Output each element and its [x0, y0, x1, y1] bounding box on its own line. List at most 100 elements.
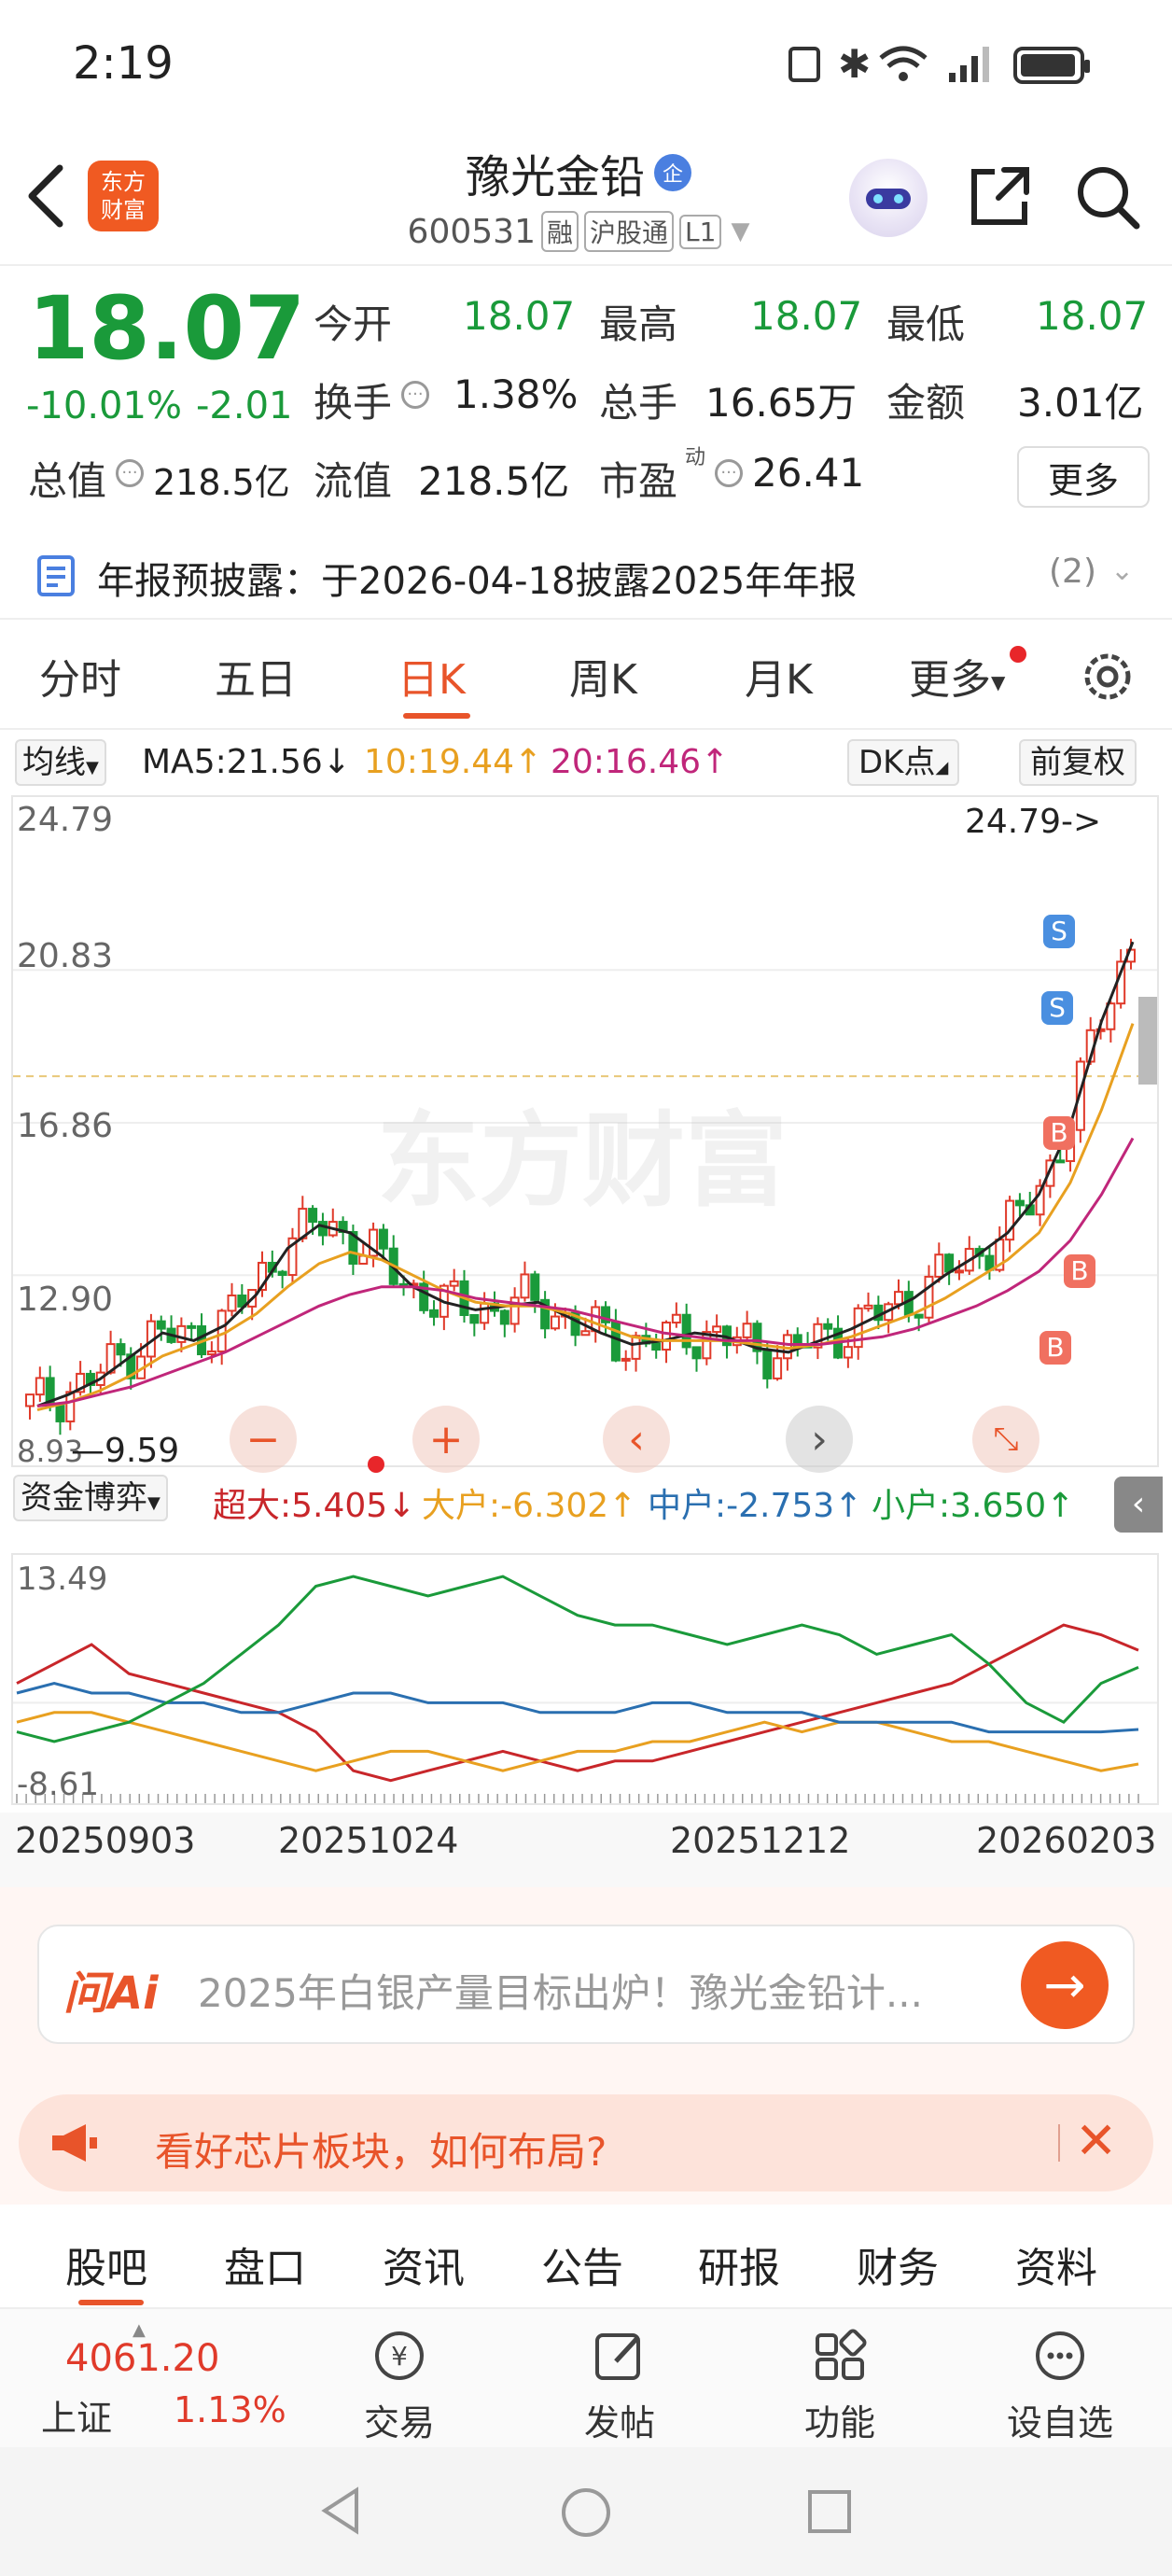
- candle-body: [378, 1228, 388, 1250]
- promo-text: 看好芯片板块，如何布局?: [155, 2129, 607, 2175]
- chevron-down-icon[interactable]: ▼: [731, 217, 749, 245]
- index-name: 上证: [41, 2398, 113, 2439]
- nfc-icon: [788, 47, 820, 82]
- active-tab-underline: [403, 713, 470, 719]
- flow-selector-label: 资金博弈: [21, 1479, 147, 1517]
- nav-add-watchlist-label: 设自选: [1006, 2402, 1113, 2443]
- stock-title-area[interactable]: 豫光金铅 企 600531 融 沪股通 L1 ▼: [355, 140, 802, 261]
- megaphone-icon: [52, 2124, 97, 2162]
- zoom-out-button[interactable]: −: [230, 1406, 297, 1473]
- k-chart[interactable]: 24.79 20.83 16.86 12.90 8.93 24.79-> —9.…: [11, 795, 1159, 1473]
- flow-line-中户: [16, 1682, 1139, 1734]
- ma-selector[interactable]: 均线▼: [15, 739, 106, 786]
- tab-news[interactable]: 资讯: [383, 2234, 465, 2294]
- adjust-price-button[interactable]: 前复权: [1019, 739, 1137, 786]
- nav-add-watchlist[interactable]: 设自选: [1004, 2328, 1116, 2445]
- pe-value: 26.41: [752, 450, 865, 496]
- current-price: 18.07: [28, 278, 306, 380]
- close-icon[interactable]: ✕: [1075, 2111, 1117, 2170]
- signal-b-2[interactable]: B: [1064, 1254, 1095, 1288]
- tab-market[interactable]: 盘口: [224, 2234, 306, 2294]
- ai-prompt-text: 2025年白银产量目标出炉！豫光金铅计...: [198, 1970, 923, 2016]
- back-icon[interactable]: [24, 162, 67, 230]
- signal-b-1[interactable]: B: [1043, 1116, 1075, 1150]
- tab-weekly-k[interactable]: 周K: [569, 646, 637, 706]
- indicator-row: 均线▼ MA5:21.56↓ 10:19.44↑ 20:16.46↑ DK点◢ …: [0, 734, 1172, 790]
- high-label: 最高: [599, 301, 678, 347]
- min-price-value: 9.59: [105, 1432, 180, 1470]
- candle-body: [25, 1393, 35, 1407]
- tab-intraday[interactable]: 分时: [39, 646, 121, 706]
- flow-line-小户: [16, 1575, 1139, 1743]
- tab-research[interactable]: 研报: [698, 2234, 780, 2294]
- flow-y-min: -8.61: [17, 1766, 99, 1803]
- battery-icon: [1013, 47, 1090, 84]
- chevron-down-icon[interactable]: ⌄: [1110, 554, 1134, 587]
- tab-more[interactable]: 更多▼: [909, 646, 1005, 706]
- min-price-label: —9.59: [71, 1432, 180, 1470]
- tab-forum[interactable]: 股吧: [65, 2234, 147, 2294]
- quote-panel: 18.07 -10.01% -2.01 今开 18.07 最高 18.07 最低…: [0, 267, 1172, 519]
- share-icon[interactable]: [967, 162, 1034, 230]
- flow-chart[interactable]: 13.49 -8.61: [11, 1553, 1159, 1805]
- more-button[interactable]: 更多: [1017, 446, 1150, 508]
- candle-body: [934, 1253, 944, 1278]
- tab-announcement[interactable]: 公告: [541, 2234, 623, 2294]
- info-icon[interactable]: ···: [715, 459, 743, 487]
- low-label: 最低: [886, 301, 966, 347]
- promo-banner[interactable]: 看好芯片板块，如何布局? ✕: [19, 2094, 1153, 2191]
- ai-submit-button[interactable]: →: [1021, 1941, 1109, 2029]
- zoom-in-button[interactable]: +: [412, 1406, 480, 1473]
- collapse-panel-button[interactable]: ‹: [1114, 1477, 1163, 1533]
- robot-assistant-icon[interactable]: [849, 159, 928, 237]
- active-subtab-underline: [78, 2300, 144, 2305]
- flow-selector[interactable]: 资金博弈▼: [13, 1475, 168, 1521]
- info-icon[interactable]: ···: [401, 381, 429, 409]
- signal-s-1[interactable]: S: [1041, 991, 1073, 1025]
- volume-label: 总手: [599, 380, 678, 426]
- grid-icon: [816, 2329, 867, 2380]
- home-nav-icon[interactable]: [558, 2485, 614, 2541]
- search-icon[interactable]: [1073, 162, 1142, 231]
- back-nav-icon[interactable]: [317, 2485, 364, 2537]
- candle-body: [65, 1391, 76, 1422]
- x-label-2: 20251024: [278, 1820, 459, 1861]
- candle-body: [499, 1309, 509, 1325]
- scroll-right-button[interactable]: ›: [786, 1406, 853, 1473]
- settings-icon[interactable]: [1079, 648, 1137, 706]
- recents-nav-icon[interactable]: [806, 2488, 853, 2535]
- scroll-left-button[interactable]: ‹: [603, 1406, 670, 1473]
- tab-monthly-k[interactable]: 月K: [745, 646, 813, 706]
- ai-ask-box[interactable]: 问Ai 2025年白银产量目标出炉！豫光金铅计... →: [37, 1925, 1135, 2044]
- trade-icon: ¥: [375, 2331, 424, 2380]
- enterprise-badge: 企: [654, 154, 691, 191]
- annual-report-notice[interactable]: 年报预披露：于2026-04-18披露2025年年报 (2) ⌄: [0, 541, 1172, 607]
- nav-functions[interactable]: 功能: [784, 2328, 896, 2445]
- flow-y-max: 13.49: [17, 1561, 108, 1598]
- nav-trade[interactable]: ¥ 交易: [343, 2328, 455, 2445]
- app-logo[interactable]: 东方 财富: [88, 161, 159, 231]
- signal-b-3[interactable]: B: [1039, 1331, 1071, 1365]
- dk-point-button[interactable]: DK点◢: [847, 739, 960, 786]
- tab-daily-k[interactable]: 日K: [398, 646, 466, 706]
- info-icon[interactable]: ···: [116, 459, 144, 487]
- signal-s-3[interactable]: S: [1043, 915, 1075, 948]
- tab-finance[interactable]: 财务: [857, 2234, 939, 2294]
- index-widget[interactable]: ▲ 4061.20 上证 1.13%: [28, 2320, 308, 2439]
- candle-body: [429, 1309, 440, 1318]
- y-tick-4: 12.90: [17, 1281, 114, 1319]
- signal-icon: [949, 47, 989, 82]
- fullscreen-button[interactable]: ⤡: [972, 1406, 1039, 1473]
- bluetooth-icon: ✱: [838, 41, 872, 87]
- candle-body: [187, 1324, 197, 1329]
- candle-body: [712, 1325, 722, 1334]
- nav-post[interactable]: 发帖: [564, 2328, 676, 2445]
- notice-text: 年报预披露：于2026-04-18披露2025年年报: [97, 560, 858, 603]
- edit-icon: [595, 2333, 640, 2380]
- nav-functions-label: 功能: [803, 2402, 875, 2443]
- candle-body: [843, 1346, 853, 1359]
- candle-body: [944, 1253, 955, 1273]
- tab-profile[interactable]: 资料: [1015, 2234, 1097, 2294]
- tab-more-label: 更多: [909, 656, 991, 704]
- tab-five-day[interactable]: 五日: [215, 646, 297, 706]
